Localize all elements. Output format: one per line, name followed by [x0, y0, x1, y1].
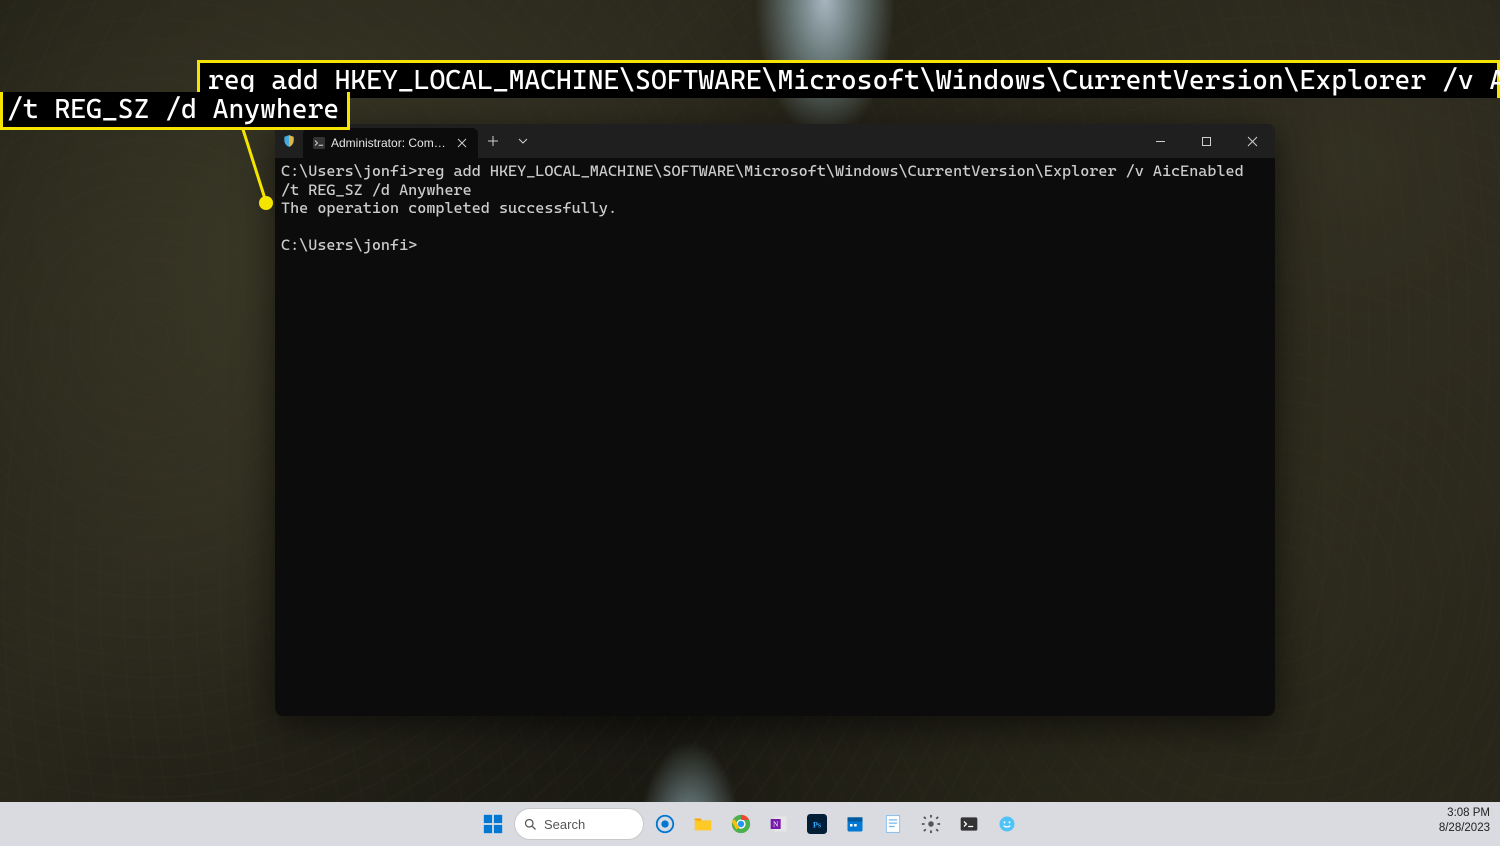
tab-close-button[interactable]	[456, 135, 468, 151]
terminal-line: C:\Users\jonfi>reg add HKEY_LOCAL_MACHIN…	[281, 162, 1244, 180]
notepad-icon[interactable]	[876, 807, 910, 841]
onenote-icon[interactable]: N	[762, 807, 796, 841]
terminal-tab[interactable]: Administrator: Command Pro	[303, 128, 478, 158]
annotation-connector	[200, 120, 320, 210]
svg-text:N: N	[773, 820, 779, 829]
taskbar: Search N Ps 3:08	[0, 802, 1500, 846]
svg-text:Ps: Ps	[813, 820, 822, 829]
clock-date: 8/28/2023	[1439, 821, 1490, 836]
photoshop-icon[interactable]: Ps	[800, 807, 834, 841]
annotation-dot	[259, 196, 273, 210]
minimize-button[interactable]	[1137, 124, 1183, 158]
file-explorer-icon[interactable]	[686, 807, 720, 841]
copilot-icon[interactable]	[648, 807, 682, 841]
app-icon[interactable]	[990, 807, 1024, 841]
terminal-line: The operation completed successfully.	[281, 199, 617, 217]
titlebar-drag-region[interactable]	[538, 124, 1137, 158]
terminal-prompt: C:\Users\jonfi>	[281, 236, 417, 254]
clock-time: 3:08 PM	[1439, 806, 1490, 821]
search-placeholder: Search	[544, 817, 585, 832]
terminal-window: Administrator: Command Pro C:\Users\jonf…	[275, 124, 1275, 716]
maximize-button[interactable]	[1183, 124, 1229, 158]
terminal-taskbar-icon[interactable]	[952, 807, 986, 841]
start-button[interactable]	[476, 807, 510, 841]
new-tab-button[interactable]	[478, 124, 508, 158]
annotation-line-2: /t REG_SZ /d Anywhere	[0, 92, 350, 130]
system-tray-clock[interactable]: 3:08 PM 8/28/2023	[1439, 806, 1490, 836]
calendar-icon[interactable]	[838, 807, 872, 841]
close-button[interactable]	[1229, 124, 1275, 158]
taskbar-search[interactable]: Search	[514, 808, 644, 840]
search-icon	[523, 817, 538, 832]
settings-icon[interactable]	[914, 807, 948, 841]
annotation-line-1: reg add HKEY_LOCAL_MACHINE\SOFTWARE\Micr…	[197, 60, 1500, 98]
titlebar[interactable]: Administrator: Command Pro	[275, 124, 1275, 158]
tab-title: Administrator: Command Pro	[331, 136, 450, 150]
chrome-icon[interactable]	[724, 807, 758, 841]
terminal-output[interactable]: C:\Users\jonfi>reg add HKEY_LOCAL_MACHIN…	[275, 158, 1275, 716]
tab-dropdown-button[interactable]	[508, 124, 538, 158]
